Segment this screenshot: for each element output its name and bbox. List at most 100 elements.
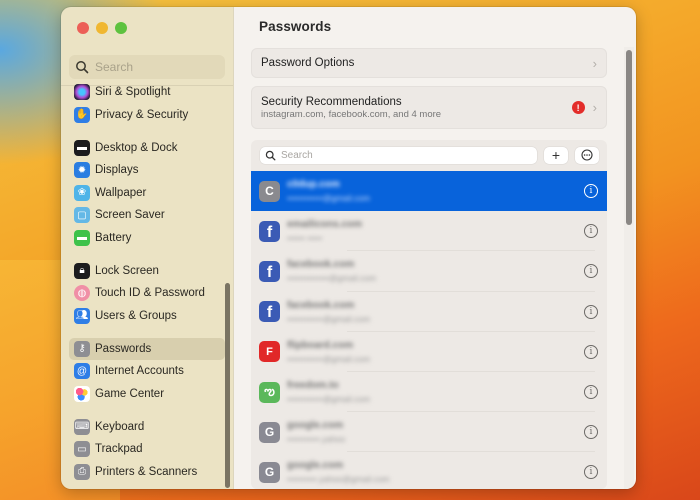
- info-icon[interactable]: i: [584, 385, 598, 400]
- keyboard-icon: ⌨: [74, 418, 90, 435]
- password-row[interactable]: Ggoogle.com •••••••••••.yahoo i: [251, 412, 607, 453]
- info-icon[interactable]: i: [584, 344, 598, 359]
- password-username: •••••••••••.yahoo: [287, 434, 346, 445]
- sidebar-item-label: Displays: [95, 164, 139, 177]
- sidebar-item-lock-screen[interactable]: 🔒︎ Lock Screen: [69, 260, 225, 283]
- sidebar-item-users-groups[interactable]: 👥︎ Users & Groups: [69, 305, 225, 328]
- system-settings-window: Siri & Spotlight ✋ Privacy & Security ▬ Desk…: [61, 7, 636, 489]
- password-site: emailicons.com: [287, 219, 363, 231]
- password-options-row[interactable]: Password Options ›: [251, 48, 607, 78]
- sidebar-item-trackpad[interactable]: ▭ Trackpad: [69, 438, 225, 461]
- info-icon[interactable]: i: [584, 264, 598, 279]
- password-row[interactable]: Ggoogle.com ••••••••••.yahoo@gmail.com i: [251, 452, 607, 489]
- sidebar-item-label: Privacy & Security: [95, 108, 189, 121]
- info-icon[interactable]: i: [584, 304, 598, 319]
- password-row[interactable]: f emailicons.com •••••• ••••• i: [251, 211, 607, 252]
- password-row-text: freedom.to ••••••••••••@gmail.com: [287, 380, 370, 404]
- sidebar-item-internet-accounts[interactable]: @ Internet Accounts: [69, 360, 225, 383]
- password-username: ••••••••••••@gmail.com: [287, 193, 371, 204]
- sun-icon: ✹: [74, 162, 90, 179]
- info-icon[interactable]: i: [584, 465, 598, 480]
- main-scrollbar[interactable]: [626, 50, 632, 225]
- password-row-text: flipboard.com ••••••••••••@gmail.com: [287, 340, 370, 364]
- password-row-text: c0dup.com ••••••••••••@gmail.com: [287, 179, 370, 203]
- battery-icon: ▬: [74, 229, 90, 246]
- search-icon: [265, 150, 276, 160]
- butterfly-site-icon: ఌ: [259, 381, 280, 403]
- window-controls: [77, 22, 127, 34]
- letter-site-icon: C: [259, 180, 280, 202]
- ellipsis-circle-icon: [581, 149, 593, 161]
- password-username: ••••••••••••••@gmail.com: [287, 273, 377, 284]
- sidebar-item-displays[interactable]: ✹ Displays: [69, 159, 225, 182]
- flipboard-site-icon: F: [259, 341, 280, 363]
- add-password-button[interactable]: +: [544, 146, 568, 164]
- security-recommendations-label: Security Recommendations: [261, 95, 402, 108]
- password-row-text: emailicons.com •••••• •••••: [287, 219, 362, 243]
- password-row-text: facebook.com ••••••••••••@gmail.com: [287, 300, 370, 324]
- password-row[interactable]: ఌ freedom.to ••••••••••••@gmail.com i: [251, 372, 607, 413]
- password-site: google.com: [287, 420, 344, 432]
- more-options-button[interactable]: [575, 146, 599, 164]
- zoom-window-button[interactable]: [115, 22, 127, 34]
- password-row[interactable]: f facebook.com ••••••••••••@gmail.com i: [251, 292, 607, 332]
- password-site: facebook.com: [287, 299, 355, 311]
- sidebar-item-desktop-dock[interactable]: ▬ Desktop & Dock: [69, 137, 225, 160]
- plus-icon: +: [551, 147, 561, 163]
- facebook-site-icon: f: [259, 260, 280, 282]
- password-username: ••••••••••••@gmail.com: [287, 313, 371, 324]
- sidebar-item-wallpaper[interactable]: ❀ Wallpaper: [69, 182, 225, 205]
- sidebar-scrollbar[interactable]: [225, 283, 230, 488]
- sidebar-item-label: Lock Screen: [95, 264, 159, 277]
- sidebar-item-passwords[interactable]: ⚷ Passwords: [69, 337, 225, 360]
- security-recommendations-row[interactable]: Security Recommendations instagram.com, …: [251, 86, 607, 129]
- game-center-icon: [74, 385, 90, 402]
- password-username: ••••••••••••@gmail.com: [287, 394, 371, 405]
- letter-site-icon: G: [259, 461, 280, 483]
- screen-saver-icon: ▢: [74, 207, 90, 224]
- letter-site-icon: G: [259, 421, 280, 443]
- passwords-list: + Cc0dup.com••••••••••••@gmail.comifemai…: [251, 140, 607, 489]
- passwords-search[interactable]: [260, 146, 537, 164]
- info-icon[interactable]: i: [584, 184, 598, 199]
- hand-icon: ✋: [74, 106, 90, 123]
- sidebar: Siri & Spotlight ✋ Privacy & Security ▬ Desk…: [61, 7, 234, 489]
- minimize-window-button[interactable]: [96, 22, 108, 34]
- fingerprint-icon: ◍: [74, 285, 90, 302]
- sidebar-item-touch-id-password[interactable]: ◍ Touch ID & Password: [69, 282, 225, 305]
- dock-icon: ▬: [74, 139, 90, 156]
- info-icon[interactable]: i: [584, 224, 598, 239]
- sidebar-list: Siri & Spotlight ✋ Privacy & Security ▬ Desk…: [69, 81, 225, 483]
- sidebar-search[interactable]: [69, 55, 225, 79]
- sidebar-item-label: Keyboard: [95, 420, 145, 433]
- info-icon[interactable]: i: [584, 425, 598, 440]
- close-window-button[interactable]: [77, 22, 89, 34]
- password-row[interactable]: Cc0dup.com ••••••••••••@gmail.com i: [251, 171, 607, 212]
- sidebar-item-label: Trackpad: [95, 443, 143, 456]
- sidebar-item-privacy-security[interactable]: ✋ Privacy & Security: [69, 104, 225, 127]
- sidebar-item-siri-spotlight[interactable]: Siri & Spotlight: [69, 81, 225, 104]
- sidebar-item-keyboard[interactable]: ⌨ Keyboard: [69, 416, 225, 439]
- password-row[interactable]: Fflipboard.com ••••••••••••@gmail.com i: [251, 332, 607, 373]
- siri-icon: [74, 84, 90, 101]
- password-rows: Cc0dup.com ••••••••••••@gmail.com i f emaili…: [251, 171, 607, 489]
- sidebar-item-game-center[interactable]: Game Center: [69, 383, 225, 406]
- password-row[interactable]: f facebook.com ••••••••••••••@gmail.com i: [251, 251, 607, 292]
- key-icon: ⚷: [74, 340, 90, 357]
- password-username: ••••••••••••@gmail.com: [287, 353, 371, 364]
- sidebar-item-label: Printers & Scanners: [95, 465, 198, 478]
- sidebar-item-label: Internet Accounts: [95, 365, 184, 378]
- lock-icon: 🔒︎: [74, 262, 90, 279]
- passwords-search-input[interactable]: [281, 149, 413, 161]
- password-row-text: google.com •••••••••••.yahoo: [287, 420, 345, 444]
- sidebar-item-screen-saver[interactable]: ▢ Screen Saver: [69, 204, 225, 227]
- sidebar-item-label: Desktop & Dock: [95, 141, 178, 154]
- password-username: ••••••••••.yahoo@gmail.com: [287, 474, 390, 485]
- sidebar-item-printers-scanners[interactable]: ⎙ Printers & Scanners: [69, 461, 225, 484]
- sidebar-search-input[interactable]: [95, 60, 215, 74]
- sidebar-item-battery[interactable]: ▬ Battery: [69, 227, 225, 250]
